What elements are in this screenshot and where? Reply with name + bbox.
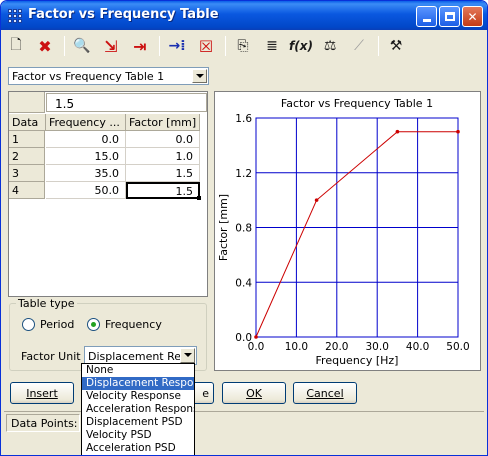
column-header-factor[interactable]: Factor [mm]: [126, 114, 200, 131]
function-fx-icon[interactable]: f(x): [289, 35, 313, 57]
balance-scale-icon[interactable]: ⚖: [318, 35, 342, 57]
chevron-down-icon[interactable]: [180, 348, 195, 363]
toolbar-separator: [159, 36, 160, 56]
dropdown-option-displacement-psd[interactable]: Displacement PSD: [82, 416, 194, 429]
dropdown-option-velocity-response[interactable]: Velocity Response: [82, 390, 194, 403]
frequency-cell[interactable]: 0.0: [46, 131, 126, 148]
y-tick-label: 0.8: [235, 223, 252, 235]
data-points-status: Data Points: 4: [6, 414, 80, 432]
maximize-button[interactable]: [439, 6, 460, 27]
dropdown-option-velocity-psd[interactable]: Velocity PSD: [82, 429, 194, 442]
row-header[interactable]: 4: [9, 182, 45, 199]
y-tick-label: 1.2: [235, 168, 252, 180]
x-tick-label: 50.0: [446, 341, 469, 353]
close-button[interactable]: ✕: [462, 6, 483, 27]
window-title: Factor vs Frequency Table: [28, 7, 219, 22]
frequency-cell[interactable]: 15.0: [46, 148, 126, 165]
column-header-data[interactable]: Data: [9, 114, 46, 131]
row-header[interactable]: 2: [9, 148, 45, 165]
row-header[interactable]: 3: [9, 165, 45, 182]
line-graph-icon: ⟋: [354, 38, 364, 54]
radio-frequency[interactable]: Frequency: [87, 318, 162, 331]
copy-icon[interactable]: ⎘: [231, 35, 255, 57]
toolbar: 🗋 ✖ 🔍 ⇲ ⇥ →⁞ ☒ ⎘ ≣ f(x) ⚖ ⟋ ⚒: [4, 32, 484, 60]
dropdown-option-acceleration-psd[interactable]: Acceleration PSD: [82, 442, 194, 455]
factor-frequency-chart: Factor vs Frequency Table 1 0.0 10.0 20.0 30…: [217, 97, 470, 367]
frequency-cell[interactable]: 35.0: [46, 165, 126, 182]
window: Factor vs Frequency Table ✕ 🗋 ✖ 🔍 ⇲ ⇥ →⁞…: [0, 0, 488, 456]
factor-unit-dropdown-list: None Displacement Respons Velocity Respo…: [81, 363, 195, 455]
table-type-title: Table type: [16, 297, 77, 310]
factor-cell[interactable]: 1.0: [126, 148, 200, 165]
data-point: [314, 198, 319, 202]
close-icon: ✕: [467, 9, 478, 24]
data-point: [395, 129, 400, 134]
toolbar-separator: [225, 36, 226, 56]
cancel-button-label: Cancel: [306, 386, 344, 400]
dropdown-option-acceleration-response[interactable]: Acceleration Response: [82, 403, 194, 416]
frequency-cell[interactable]: 50.0: [46, 182, 126, 199]
radio-button-checked[interactable]: [87, 318, 100, 331]
grid-corner: [9, 92, 45, 113]
table-selector-value: Factor vs Frequency Table 1: [12, 70, 165, 83]
toolbar-separator: [378, 36, 379, 56]
cell-edit-input[interactable]: 1.5: [46, 93, 207, 112]
x-axis-label: Frequency [Hz]: [316, 354, 399, 367]
factor-cell[interactable]: 1.5: [126, 165, 200, 182]
x-tick-label: 10.0: [285, 341, 308, 353]
status-bar: Data Points: 4: [4, 411, 484, 433]
table-selector-dropdown[interactable]: Factor vs Frequency Table 1: [8, 67, 209, 85]
column-header-frequency[interactable]: Frequency ...: [46, 114, 126, 131]
app-grid-icon: [8, 9, 22, 23]
data-point: [254, 335, 258, 339]
insert-row-icon[interactable]: →⁞: [165, 35, 189, 57]
y-tick-label: 0.0: [235, 332, 252, 344]
radio-button[interactable]: [22, 318, 35, 331]
sort-icon[interactable]: ≣: [260, 35, 284, 57]
cancel-button[interactable]: Cancel: [293, 382, 357, 404]
x-tick-label: 30.0: [366, 341, 389, 353]
radio-period[interactable]: Period: [22, 318, 74, 331]
chart-title: Factor vs Frequency Table 1: [281, 97, 433, 110]
maximize-icon: [444, 12, 455, 21]
toolbar-separator: [64, 36, 65, 56]
chevron-down-icon[interactable]: [192, 69, 207, 83]
data-point: [456, 129, 460, 134]
insert-button-label: Insert: [26, 386, 58, 400]
x-tick-label: 40.0: [406, 341, 429, 353]
y-tick-label: 1.6: [235, 113, 252, 125]
factor-unit-label: Factor Unit: [21, 350, 81, 363]
data-grid: 1.5 Data Frequency ... Factor [mm] 1 0.0…: [8, 91, 208, 297]
chart-panel: Factor vs Frequency Table 1 0.0 10.0 20.0 30…: [214, 91, 481, 371]
minimize-icon: [422, 19, 431, 22]
delete-x-icon[interactable]: ✖: [33, 35, 57, 57]
table-type-group: Table type Period Frequency Factor Unit …: [9, 297, 207, 371]
tools-icon[interactable]: ⚒: [384, 35, 408, 57]
row-header[interactable]: 1: [9, 131, 45, 148]
factor-unit-value: Displacement Resp: [88, 350, 194, 363]
insert-button[interactable]: Insert: [10, 382, 74, 404]
new-document-icon[interactable]: 🗋: [4, 35, 28, 57]
y-axis-label: Factor [mm]: [217, 194, 230, 261]
preview-icon[interactable]: 🔍: [70, 35, 94, 57]
import-icon[interactable]: ⇲: [99, 35, 123, 57]
cell-edit-value: 1.5: [55, 97, 75, 111]
factor-cell[interactable]: 0.0: [126, 131, 200, 148]
delete-row-icon[interactable]: ☒: [194, 35, 218, 57]
radio-frequency-label: Frequency: [105, 318, 162, 331]
dropdown-option-displacement-response[interactable]: Displacement Respons: [82, 377, 194, 390]
factor-cell-selected[interactable]: 1.5: [126, 182, 201, 200]
y-tick-label: 0.4: [235, 277, 252, 289]
x-tick-label: 20.0: [325, 341, 348, 353]
delete-button-label: e: [202, 386, 209, 400]
radio-period-label: Period: [40, 318, 75, 331]
title-bar[interactable]: Factor vs Frequency Table ✕: [1, 1, 487, 30]
ok-button-label: OK: [246, 386, 262, 400]
ok-button[interactable]: OK: [222, 382, 286, 404]
dropdown-option-none[interactable]: None: [82, 364, 194, 377]
export-icon[interactable]: ⇥: [128, 35, 152, 57]
minimize-button[interactable]: [416, 6, 437, 27]
